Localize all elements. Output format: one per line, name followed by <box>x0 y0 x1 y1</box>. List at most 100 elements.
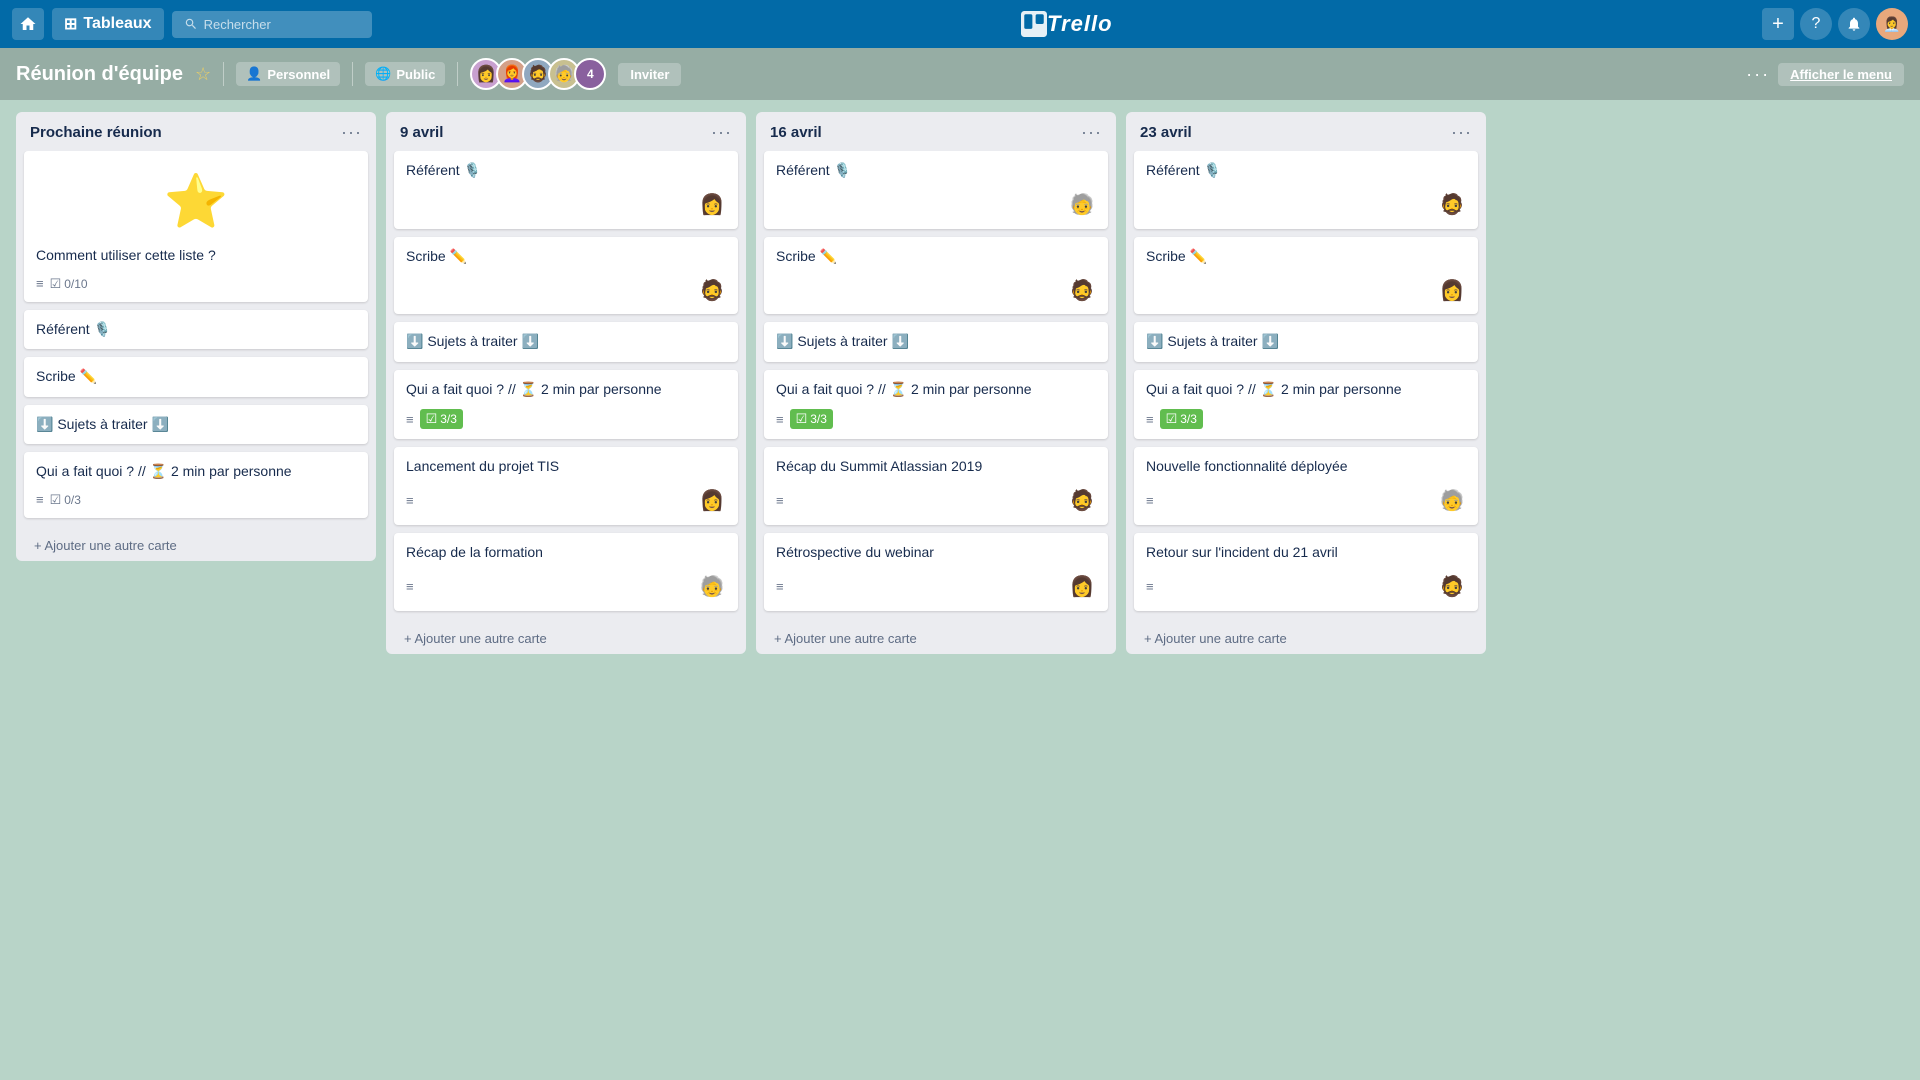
card-content: Référent 🎙️👩 <box>406 161 726 219</box>
column-title-1: Prochaine réunion <box>30 124 162 141</box>
notifications-button[interactable] <box>1838 8 1870 40</box>
column-menu-button-3[interactable]: ··· <box>1081 122 1102 143</box>
card-c3[interactable]: Scribe ✏️ <box>24 357 368 397</box>
card-avatar: 🧔 <box>1438 191 1466 219</box>
column-menu-button-4[interactable]: ··· <box>1451 122 1472 143</box>
card-c18[interactable]: Référent 🎙️ 🧔 <box>1134 151 1478 229</box>
card-c10[interactable]: Lancement du projet TIS≡👩 <box>394 447 738 525</box>
column-menu-button-1[interactable]: ··· <box>341 122 362 143</box>
add-card-button-1[interactable]: + Ajouter une autre carte <box>20 530 372 561</box>
card-c13[interactable]: Scribe ✏️🧔 <box>764 237 1108 315</box>
card-avatar: 🧔 <box>698 276 726 304</box>
card-c19[interactable]: Scribe ✏️👩 <box>1134 237 1478 315</box>
card-footer: 🧔 <box>776 276 1096 304</box>
card-footer: 🧔 <box>1146 191 1466 219</box>
description-badge: ≡ <box>36 492 44 507</box>
column-header-2: 9 avril ··· <box>386 112 746 151</box>
card-text: Qui a fait quoi ? // ⏳ 2 min par personn… <box>1146 380 1466 400</box>
card-c20[interactable]: ⬇️ Sujets à traiter ⬇️ <box>1134 322 1478 362</box>
card-content: Référent 🎙️🧓 <box>776 161 1096 219</box>
card-c8[interactable]: ⬇️ Sujets à traiter ⬇️ <box>394 322 738 362</box>
help-icon: ? <box>1812 15 1821 33</box>
add-card-button-4[interactable]: + Ajouter une autre carte <box>1130 623 1482 654</box>
card-badges: ≡ <box>1146 579 1154 594</box>
card-c17[interactable]: Rétrospective du webinar≡👩 <box>764 533 1108 611</box>
card-badges: ≡☑3/3 <box>776 409 833 429</box>
search-input[interactable] <box>204 17 344 32</box>
card-c5[interactable]: Qui a fait quoi ? // ⏳ 2 min par personn… <box>24 452 368 518</box>
privacy-icon: 👤 <box>246 66 262 82</box>
card-c22[interactable]: Nouvelle fonctionnalité déployée≡🧓 <box>1134 447 1478 525</box>
card-content: ⬇️ Sujets à traiter ⬇️ <box>36 415 356 435</box>
privacy-button[interactable]: 👤 Personnel <box>236 62 340 86</box>
check-complete-icon: ☑ <box>796 411 808 427</box>
more-options-button[interactable]: ··· <box>1746 64 1770 85</box>
card-c11[interactable]: Récap de la formation ≡🧓 <box>394 533 738 611</box>
add-card-button-2[interactable]: + Ajouter une autre carte <box>390 623 742 654</box>
globe-icon: 🌐 <box>375 66 391 82</box>
invite-button[interactable]: Inviter <box>618 63 681 86</box>
card-content: Retour sur l'incident du 21 avril≡🧔 <box>1146 543 1466 601</box>
card-footer: ≡👩 <box>406 487 726 515</box>
card-text: Référent 🎙️ <box>406 161 726 181</box>
boards-button[interactable]: ⊞ Tableaux <box>52 8 164 40</box>
public-button[interactable]: 🌐 Public <box>365 62 445 86</box>
home-button[interactable] <box>12 8 44 40</box>
member-count[interactable]: 4 <box>574 58 606 90</box>
card-badges: ≡ <box>776 579 784 594</box>
card-c9[interactable]: Qui a fait quoi ? // ⏳ 2 min par personn… <box>394 370 738 440</box>
card-c7[interactable]: Scribe ✏️🧔 <box>394 237 738 315</box>
card-c4[interactable]: ⬇️ Sujets à traiter ⬇️ <box>24 405 368 445</box>
card-footer: ≡🧓 <box>406 573 726 601</box>
add-card-button-3[interactable]: + Ajouter une autre carte <box>760 623 1112 654</box>
card-content: Scribe ✏️🧔 <box>776 247 1096 305</box>
board-body: Prochaine réunion ··· ⭐Comment utiliser … <box>0 100 1920 1080</box>
description-badge: ≡ <box>406 412 414 427</box>
user-avatar[interactable]: 👩‍💼 <box>1876 8 1908 40</box>
card-content: Scribe ✏️👩 <box>1146 247 1466 305</box>
card-c2[interactable]: Référent 🎙️ <box>24 310 368 350</box>
board-members: 👩 👩‍🦰 🧔 🧓 4 <box>470 58 606 90</box>
lines-icon: ≡ <box>776 579 784 594</box>
card-text: Scribe ✏️ <box>36 367 356 387</box>
card-avatar: 👩 <box>1068 573 1096 601</box>
card-content: Rétrospective du webinar≡👩 <box>776 543 1096 601</box>
card-avatar: 🧓 <box>1438 487 1466 515</box>
card-content: Lancement du projet TIS≡👩 <box>406 457 726 515</box>
search-bar[interactable] <box>172 11 372 38</box>
card-c21[interactable]: Qui a fait quoi ? // ⏳ 2 min par personn… <box>1134 370 1478 440</box>
column-cards-2: Référent 🎙️👩 Scribe ✏️🧔 ⬇️ Sujets à traite… <box>386 151 746 619</box>
card-c15[interactable]: Qui a fait quoi ? // ⏳ 2 min par personn… <box>764 370 1108 440</box>
card-text: Récap du Summit Atlassian 2019 <box>776 457 1096 477</box>
card-c14[interactable]: ⬇️ Sujets à traiter ⬇️ <box>764 322 1108 362</box>
card-text: ⬇️ Sujets à traiter ⬇️ <box>1146 332 1466 352</box>
public-label: Public <box>396 67 435 82</box>
card-c1[interactable]: ⭐Comment utiliser cette liste ?≡☑0/10 <box>24 151 368 302</box>
card-c16[interactable]: Récap du Summit Atlassian 2019≡🧔 <box>764 447 1108 525</box>
divider3 <box>457 62 458 86</box>
column-title-3: 16 avril <box>770 124 822 141</box>
card-badges: ≡ <box>776 493 784 508</box>
card-footer: 👩 <box>1146 276 1466 304</box>
card-c12[interactable]: Référent 🎙️🧓 <box>764 151 1108 229</box>
card-footer: ≡🧔 <box>1146 573 1466 601</box>
add-button[interactable]: + <box>1762 8 1794 40</box>
column-cards-4: Référent 🎙️ 🧔 Scribe ✏️👩 ⬇️ Sujets à traite… <box>1126 151 1486 619</box>
divider <box>223 62 224 86</box>
card-c6[interactable]: Référent 🎙️👩 <box>394 151 738 229</box>
column-header-3: 16 avril ··· <box>756 112 1116 151</box>
lines-icon: ≡ <box>406 412 414 427</box>
column-menu-button-2[interactable]: ··· <box>711 122 732 143</box>
show-menu-button[interactable]: Afficher le menu <box>1778 63 1904 86</box>
help-button[interactable]: ? <box>1800 8 1832 40</box>
lines-icon: ≡ <box>36 276 44 291</box>
card-content: Qui a fait quoi ? // ⏳ 2 min par personn… <box>36 462 356 508</box>
description-badge: ≡ <box>776 412 784 427</box>
board-star-button[interactable]: ☆ <box>195 64 211 85</box>
card-text: Référent 🎙️ <box>1146 161 1466 181</box>
description-badge: ≡ <box>776 579 784 594</box>
member-count-label: 4 <box>587 67 594 81</box>
card-content: Qui a fait quoi ? // ⏳ 2 min par personn… <box>1146 380 1466 430</box>
card-c23[interactable]: Retour sur l'incident du 21 avril≡🧔 <box>1134 533 1478 611</box>
card-text: Récap de la formation <box>406 543 726 563</box>
